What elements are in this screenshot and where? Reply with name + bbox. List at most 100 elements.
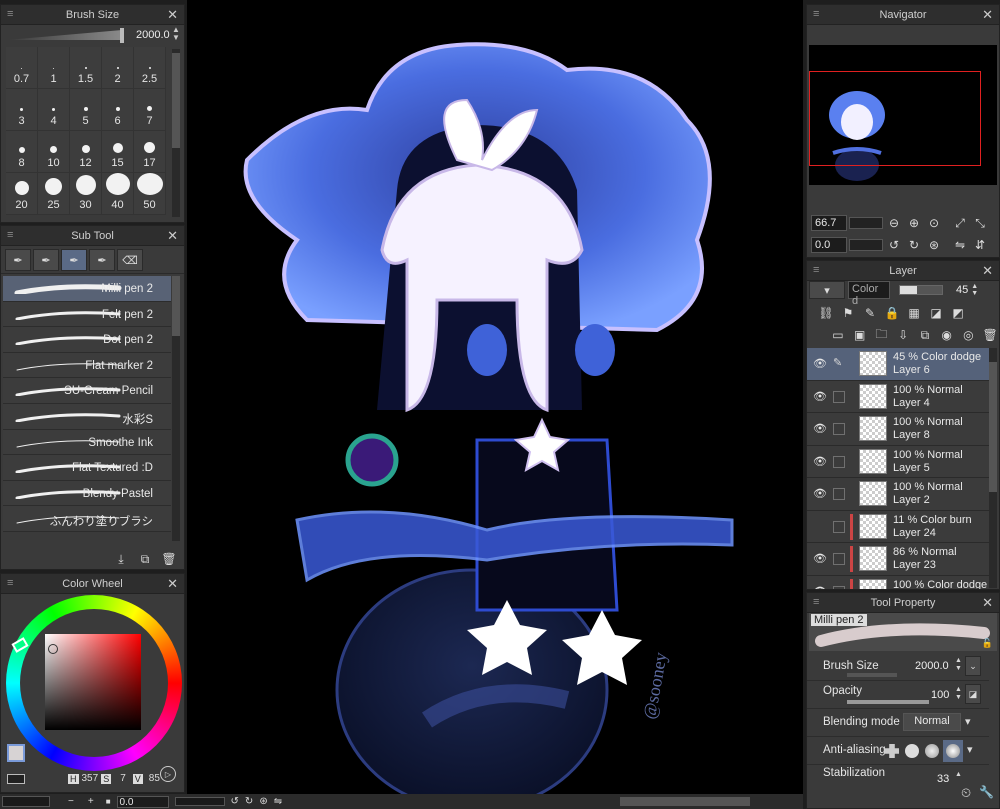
brush-size-preset[interactable]: 2.5: [134, 47, 166, 89]
status-rotation-value[interactable]: 0.0: [116, 795, 169, 808]
brush-size-preset[interactable]: 5: [70, 89, 102, 131]
merge-down-icon[interactable]: ⧉: [916, 326, 934, 344]
flip-horizontal-icon[interactable]: ⇋: [274, 796, 282, 807]
color-wheel-titlebar[interactable]: ≡ Color Wheel ✕: [1, 574, 184, 594]
brush-size-scrollbar[interactable]: [172, 49, 180, 217]
rotate-right-icon[interactable]: ↻: [905, 236, 923, 254]
layer-row[interactable]: 👁 100 % Normal Layer 5: [807, 445, 989, 478]
layer-blend-mode-select[interactable]: Color d: [848, 281, 890, 307]
sub-tool-scrollbar[interactable]: [172, 276, 180, 541]
trash-icon[interactable]: 🗑: [160, 550, 178, 568]
v-value[interactable]: 85: [149, 773, 160, 784]
copy-icon[interactable]: ⧉: [136, 550, 154, 568]
new-vector-layer-icon[interactable]: ▣: [851, 326, 869, 344]
wrench-icon[interactable]: 🔧: [979, 785, 994, 799]
eye-icon[interactable]: 👁: [813, 390, 829, 403]
layer-titlebar[interactable]: ≡ Layer ✕: [807, 261, 999, 281]
layer-row[interactable]: 👁 ✎ 45 % Color dodge Layer 6: [807, 348, 989, 381]
brush-size-preset[interactable]: 20: [6, 173, 38, 215]
spinner-icon[interactable]: ▲ ▼: [955, 686, 962, 702]
brush-size-preset[interactable]: 25: [38, 173, 70, 215]
new-folder-icon[interactable]: 🗀: [873, 326, 891, 344]
lock-layer-icon[interactable]: 🔒: [883, 304, 901, 322]
rotation-value[interactable]: 0.0: [811, 237, 847, 253]
brush-size-preset[interactable]: 7: [134, 89, 166, 131]
brush-size-preset[interactable]: 1.5: [70, 47, 102, 89]
brush-size-preset[interactable]: 15: [102, 131, 134, 173]
layer-checkbox[interactable]: [833, 488, 845, 500]
close-icon[interactable]: ✕: [167, 228, 178, 244]
trash-icon[interactable]: 🗑: [981, 326, 999, 344]
navigator-preview[interactable]: [809, 45, 997, 185]
chevron-down-icon[interactable]: ▾: [967, 743, 973, 756]
sub-tool-item[interactable]: Dot pen 2: [3, 327, 171, 353]
brush-size-preset[interactable]: 2: [102, 47, 134, 89]
eye-icon[interactable]: 👁: [813, 585, 829, 590]
rotate-left-icon[interactable]: ↺: [231, 796, 239, 807]
layer-row[interactable]: 👁 86 % Normal Layer 23: [807, 543, 989, 576]
new-raster-layer-icon[interactable]: ▭: [829, 326, 847, 344]
panel-grip-icon[interactable]: ≡: [7, 230, 13, 241]
brush-size-value[interactable]: 2000.0: [136, 29, 170, 41]
zoom-value[interactable]: 66.7: [811, 215, 847, 231]
sub-tool-item[interactable]: Smoothe Ink: [3, 429, 171, 456]
opacity-value[interactable]: 100: [931, 689, 949, 701]
stop-icon[interactable]: ■: [106, 797, 111, 806]
eye-icon[interactable]: 👁: [813, 487, 829, 500]
rotate-left-icon[interactable]: ↺: [885, 236, 903, 254]
brush-size-preset[interactable]: 3: [6, 89, 38, 131]
rotation-slider[interactable]: [849, 239, 883, 251]
navigator-viewport-frame[interactable]: [809, 71, 981, 166]
layer-checkbox[interactable]: [833, 520, 845, 533]
eye-icon[interactable]: 👁: [813, 422, 829, 435]
brush-size-bar[interactable]: [847, 673, 897, 677]
sub-tool-item[interactable]: Milli pen 2: [3, 276, 171, 302]
close-icon[interactable]: ✕: [982, 263, 993, 279]
brush-size-preset[interactable]: 40: [102, 173, 134, 215]
eyedropper-toggle-icon[interactable]: ▷: [160, 766, 176, 782]
sv-picker-marker[interactable]: [48, 644, 58, 654]
flip-vertical-icon[interactable]: ⇵: [971, 236, 989, 254]
reference-layer-icon[interactable]: ⚑: [839, 304, 857, 322]
layer-row[interactable]: 👁 100 % Color dodge: [807, 575, 989, 590]
tab-pen-2[interactable]: ✒: [33, 249, 59, 271]
reset-rotation-icon[interactable]: ⊛: [259, 796, 267, 807]
layer-checkbox[interactable]: [833, 553, 845, 565]
brush-size-spinner-icon[interactable]: ▲ ▼: [172, 26, 180, 42]
anti-alias-medium-icon[interactable]: [925, 744, 939, 758]
sub-tool-item[interactable]: 水彩S: [3, 403, 171, 430]
close-icon[interactable]: ✕: [982, 595, 993, 611]
layer-opacity-slider[interactable]: [899, 285, 943, 295]
eye-icon[interactable]: 👁: [813, 357, 829, 370]
horizontal-scrollbar[interactable]: [620, 797, 750, 806]
layer-checkbox[interactable]: [833, 585, 845, 589]
saturation-value-square[interactable]: [45, 634, 141, 730]
tab-pen-3[interactable]: ✒: [61, 249, 87, 271]
chevron-down-icon[interactable]: ▾: [965, 715, 971, 728]
tab-pen-1[interactable]: ✒: [5, 249, 31, 271]
tab-pen-4[interactable]: ✒: [89, 249, 115, 271]
transfer-down-icon[interactable]: ⇩: [894, 326, 912, 344]
main-color-swatch[interactable]: [7, 744, 25, 762]
panel-grip-icon[interactable]: ≡: [813, 265, 819, 276]
actual-size-icon[interactable]: ⊙: [925, 214, 943, 232]
close-icon[interactable]: ✕: [982, 7, 993, 23]
navigator-titlebar[interactable]: ≡ Navigator ✕: [807, 5, 999, 25]
brush-size-value[interactable]: 2000.0: [915, 660, 949, 672]
drawing-canvas[interactable]: @sooney: [187, 0, 803, 794]
transparent-color-icon[interactable]: [7, 773, 25, 784]
close-icon[interactable]: ✕: [167, 576, 178, 592]
anti-alias-none-icon[interactable]: [885, 744, 899, 758]
layer-checkbox[interactable]: [833, 423, 845, 435]
reset-rotation-icon[interactable]: ⊛: [925, 236, 943, 254]
close-icon[interactable]: ✕: [167, 7, 178, 23]
layer-checkbox[interactable]: [833, 390, 845, 403]
zoom-in-button[interactable]: +: [88, 796, 94, 807]
brush-size-slider[interactable]: [7, 30, 122, 40]
zoom-slider[interactable]: [849, 217, 883, 229]
tool-property-titlebar[interactable]: ≡ Tool Property ✕: [807, 593, 999, 613]
sub-tool-item[interactable]: ふんわり塗りブラシ: [3, 506, 171, 532]
brush-size-slider-handle[interactable]: [120, 28, 124, 43]
mask-show-icon[interactable]: ◩: [949, 304, 967, 322]
layer-row[interactable]: 👁 100 % Normal Layer 2: [807, 478, 989, 511]
